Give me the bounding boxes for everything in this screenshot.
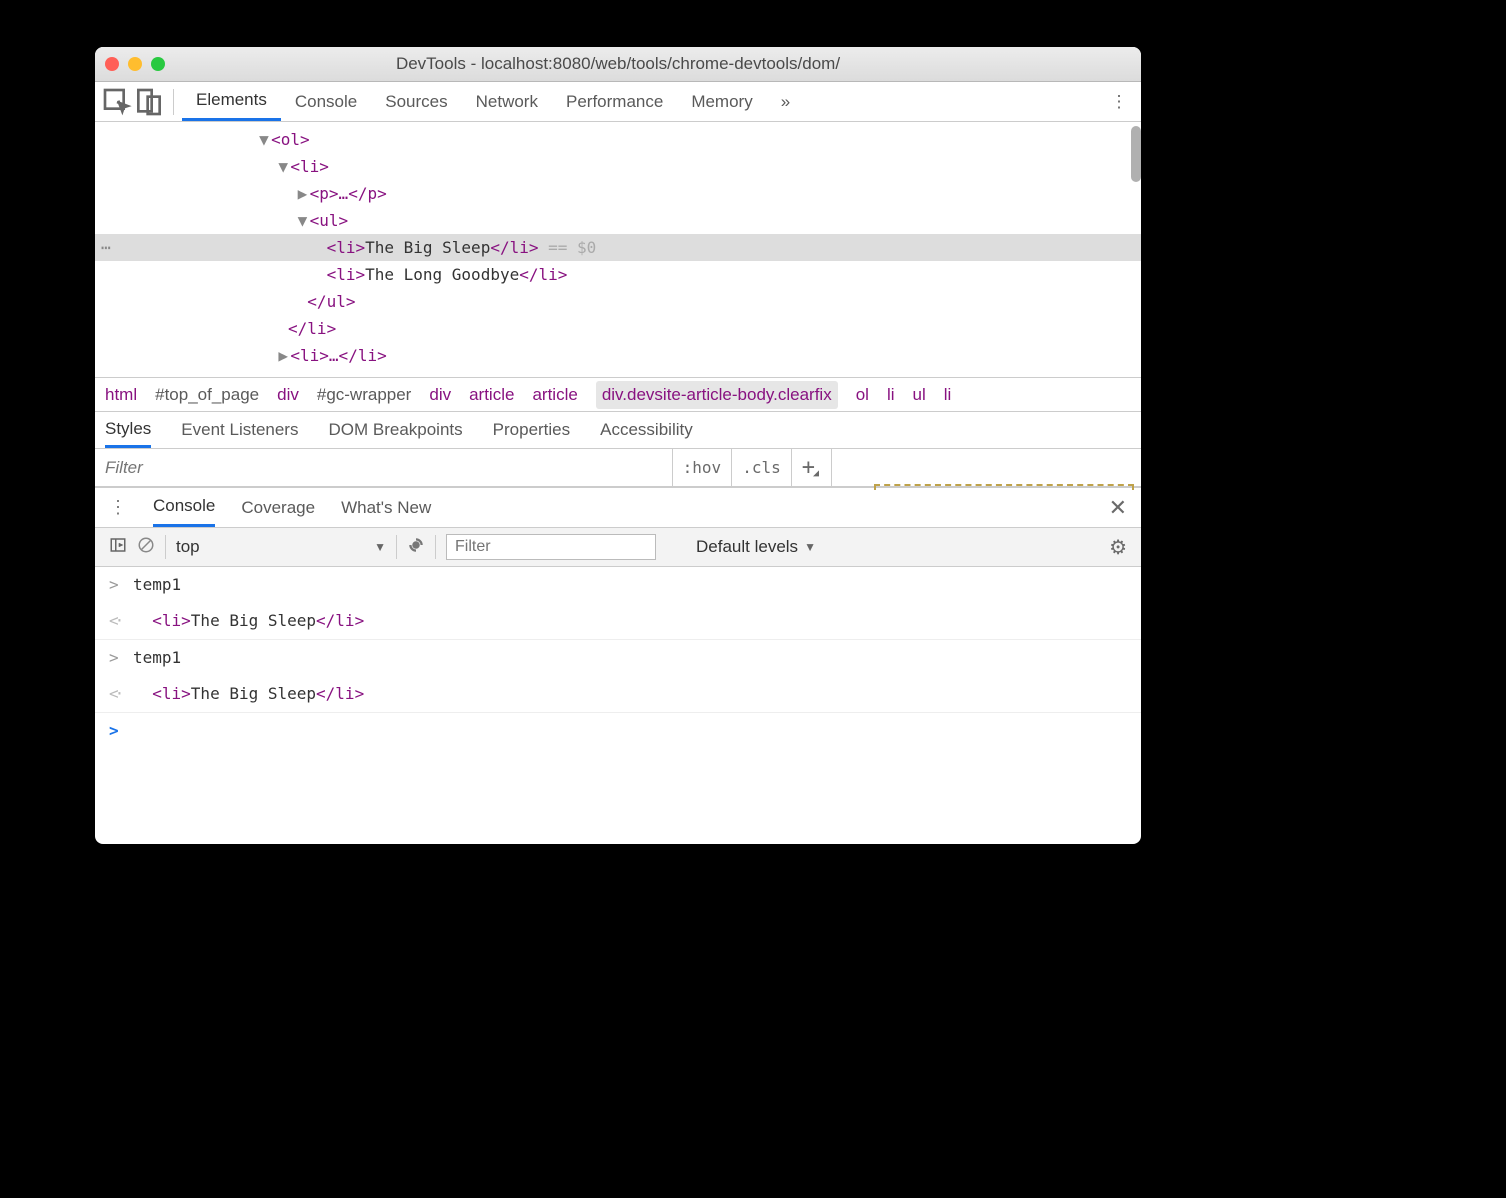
new-style-rule-button[interactable]: +◢: [791, 449, 831, 486]
settings-kebab-icon[interactable]: ⋮: [1103, 86, 1135, 118]
crumb-ol[interactable]: ol: [856, 385, 869, 405]
clear-console-icon[interactable]: [137, 536, 155, 559]
execution-context-select[interactable]: top ▼: [176, 537, 386, 557]
cls-toggle[interactable]: .cls: [731, 449, 791, 486]
console-output: temp1 <li>The Big Sleep</li> temp1 <li>T…: [95, 567, 1141, 844]
console-input-text: temp1: [133, 642, 181, 674]
console-output-row[interactable]: <li>The Big Sleep</li>: [95, 676, 1141, 713]
console-prompt[interactable]: [95, 713, 1141, 749]
tab-elements[interactable]: Elements: [182, 82, 281, 121]
crumb-article2[interactable]: article: [532, 385, 577, 405]
device-toolbar-icon[interactable]: [133, 86, 165, 118]
separator: [165, 535, 166, 559]
crumb-article1[interactable]: article: [469, 385, 514, 405]
crumb-li[interactable]: li: [887, 385, 895, 405]
styles-filterbar: :hov .cls +◢: [95, 449, 1141, 487]
console-toolbar: top ▼ Default levels ▼ ⚙: [95, 527, 1141, 567]
dom-node-li3[interactable]: ▶<li>…</li>: [95, 342, 1141, 369]
console-output-row[interactable]: <li>The Big Sleep</li>: [95, 603, 1141, 640]
dom-node-ul[interactable]: ▼<ul>: [95, 207, 1141, 234]
crumb-ul[interactable]: ul: [913, 385, 926, 405]
drawer-menu-icon[interactable]: ⋮: [109, 497, 127, 518]
dom-node-li-close[interactable]: </li>: [95, 315, 1141, 342]
crumb-div2[interactable]: div: [429, 385, 451, 405]
window-titlebar: DevTools - localhost:8080/web/tools/chro…: [95, 47, 1141, 82]
console-input-row[interactable]: temp1: [95, 567, 1141, 603]
live-expression-icon[interactable]: [407, 536, 425, 559]
dom-node-p[interactable]: ▶<p>…</p>: [95, 180, 1141, 207]
dom-node-selected[interactable]: ⋯ <li>The Big Sleep</li> == $0: [95, 234, 1141, 261]
drawer-tab-console[interactable]: Console: [153, 488, 215, 527]
dropdown-icon: ▼: [374, 540, 386, 554]
drawer-tabbar: ⋮ Console Coverage What's New ✕: [95, 487, 1141, 527]
dom-breadcrumbs: html #top_of_page div #gc-wrapper div ar…: [95, 377, 1141, 411]
crumb-li2[interactable]: li: [944, 385, 952, 405]
tab-performance[interactable]: Performance: [552, 82, 677, 121]
separator: [435, 535, 436, 559]
console-settings-icon[interactable]: ⚙: [1109, 535, 1127, 560]
styles-tabbar: Styles Event Listeners DOM Breakpoints P…: [95, 411, 1141, 449]
dom-tree[interactable]: ▼<ol> ▼<li> ▶<p>…</p> ▼<ul> ⋯ <li>The Bi…: [95, 122, 1141, 377]
drawer-close-icon[interactable]: ✕: [1109, 495, 1127, 521]
drawer-tab-coverage[interactable]: Coverage: [241, 488, 315, 527]
tabs-overflow-icon[interactable]: »: [767, 82, 804, 121]
actions-icon[interactable]: ⋯: [101, 234, 111, 261]
console-input-row[interactable]: temp1: [95, 640, 1141, 676]
stab-styles[interactable]: Styles: [105, 412, 151, 448]
separator: [173, 89, 174, 115]
box-model-placeholder: [874, 484, 1134, 490]
console-filter-input[interactable]: [446, 534, 656, 560]
tab-console[interactable]: Console: [281, 82, 371, 121]
tab-memory[interactable]: Memory: [677, 82, 766, 121]
dropdown-icon: ▼: [804, 540, 816, 554]
inspect-element-icon[interactable]: [101, 86, 133, 118]
tab-sources[interactable]: Sources: [371, 82, 461, 121]
main-tabbar: Elements Console Sources Network Perform…: [95, 82, 1141, 122]
crumb-html[interactable]: html: [105, 385, 137, 405]
crumb-gc[interactable]: #gc-wrapper: [317, 385, 412, 405]
context-label: top: [176, 537, 200, 557]
hov-toggle[interactable]: :hov: [672, 449, 732, 486]
styles-filter-input[interactable]: [95, 449, 672, 486]
console-sidebar-icon[interactable]: [109, 536, 127, 559]
devtools-window: DevTools - localhost:8080/web/tools/chro…: [95, 47, 1141, 844]
crumb-div1[interactable]: div: [277, 385, 299, 405]
computed-pane: [831, 449, 1141, 486]
stab-properties[interactable]: Properties: [493, 412, 570, 448]
dom-node-ol[interactable]: ▼<ol>: [95, 126, 1141, 153]
dom-node-li2[interactable]: <li>The Long Goodbye</li>: [95, 261, 1141, 288]
stab-listeners[interactable]: Event Listeners: [181, 412, 298, 448]
window-title: DevTools - localhost:8080/web/tools/chro…: [95, 54, 1141, 74]
separator: [396, 535, 397, 559]
dom-node-ul-close[interactable]: </ul>: [95, 288, 1141, 315]
crumb-top[interactable]: #top_of_page: [155, 385, 259, 405]
scrollbar-thumb[interactable]: [1131, 126, 1141, 182]
levels-label: Default levels: [696, 537, 798, 557]
console-input-text: temp1: [133, 569, 181, 601]
crumb-body[interactable]: div.devsite-article-body.clearfix: [596, 381, 838, 409]
tab-network[interactable]: Network: [462, 82, 552, 121]
log-levels-select[interactable]: Default levels ▼: [696, 537, 816, 557]
stab-accessibility[interactable]: Accessibility: [600, 412, 693, 448]
dom-node-li[interactable]: ▼<li>: [95, 153, 1141, 180]
drawer-tab-whatsnew[interactable]: What's New: [341, 488, 431, 527]
stab-dom-breakpoints[interactable]: DOM Breakpoints: [328, 412, 462, 448]
